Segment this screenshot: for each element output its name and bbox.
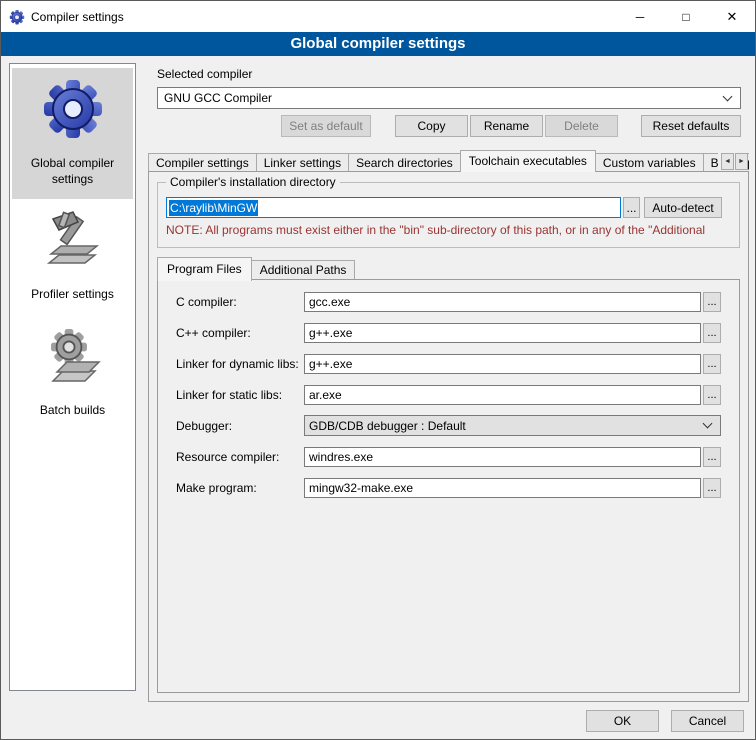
debugger-row: Debugger: GDB/CDB debugger : Default bbox=[176, 415, 739, 436]
sidebar-item-label: Global compiler settings bbox=[14, 156, 131, 187]
gear-gray-icon bbox=[41, 323, 105, 387]
page-title: Global compiler settings bbox=[1, 32, 755, 56]
cpp-compiler-row: C++ compiler: g++.exe ... bbox=[176, 322, 739, 343]
copy-button[interactable]: Copy bbox=[395, 115, 468, 137]
program-tabs: Program Files Additional Paths bbox=[157, 256, 354, 280]
sidebar-item-label: Batch builds bbox=[40, 403, 105, 419]
resource-compiler-label: Resource compiler: bbox=[176, 450, 304, 464]
bin-subdirectory-note: NOTE: All programs must exist either in … bbox=[166, 223, 736, 237]
profiler-tool-icon bbox=[41, 207, 105, 271]
compiler-settings-dialog: Compiler settings ─ □ ✕ Global compiler … bbox=[0, 0, 756, 740]
delete-button[interactable]: Delete bbox=[545, 115, 618, 137]
settings-category-list: Global compiler settings Profiler settin… bbox=[9, 63, 136, 691]
debugger-label: Debugger: bbox=[176, 419, 304, 433]
tab-toolchain-executables[interactable]: Toolchain executables bbox=[460, 150, 596, 172]
debugger-select[interactable]: GDB/CDB debugger : Default bbox=[304, 415, 721, 436]
make-program-value: mingw32-make.exe bbox=[309, 481, 413, 495]
tab-search-directories[interactable]: Search directories bbox=[348, 153, 461, 172]
program-files-panel: C compiler: gcc.exe ... C++ compiler: g+… bbox=[157, 279, 740, 693]
compiler-select[interactable]: GNU GCC Compiler bbox=[157, 87, 741, 109]
resource-compiler-value: windres.exe bbox=[309, 450, 373, 464]
cpp-compiler-input[interactable]: g++.exe bbox=[304, 323, 701, 343]
ok-button[interactable]: OK bbox=[586, 710, 659, 732]
dynamic-linker-input[interactable]: g++.exe bbox=[304, 354, 701, 374]
app-icon bbox=[9, 9, 25, 25]
chevron-down-icon bbox=[723, 91, 733, 101]
reset-defaults-button[interactable]: Reset defaults bbox=[641, 115, 741, 137]
window-controls: ─ □ ✕ bbox=[617, 1, 755, 32]
compiler-select-value: GNU GCC Compiler bbox=[164, 91, 272, 105]
static-linker-value: ar.exe bbox=[309, 388, 342, 402]
cpp-compiler-label: C++ compiler: bbox=[176, 326, 304, 340]
resource-compiler-input[interactable]: windres.exe bbox=[304, 447, 701, 467]
cancel-button[interactable]: Cancel bbox=[671, 710, 744, 732]
cpp-compiler-value: g++.exe bbox=[309, 326, 352, 340]
sidebar-item-label: Profiler settings bbox=[31, 287, 114, 303]
sidebar-item-global-compiler-settings[interactable]: Global compiler settings bbox=[12, 68, 133, 199]
cpp-compiler-browse-button[interactable]: ... bbox=[703, 323, 721, 343]
rename-button[interactable]: Rename bbox=[470, 115, 543, 137]
dynamic-linker-value: g++.exe bbox=[309, 357, 352, 371]
tab-scroll-right-icon[interactable]: ► bbox=[735, 153, 748, 170]
c-compiler-value: gcc.exe bbox=[309, 295, 350, 309]
static-linker-input[interactable]: ar.exe bbox=[304, 385, 701, 405]
make-program-browse-button[interactable]: ... bbox=[703, 478, 721, 498]
c-compiler-label: C compiler: bbox=[176, 295, 304, 309]
tab-linker-settings[interactable]: Linker settings bbox=[256, 153, 349, 172]
maximize-icon[interactable]: □ bbox=[663, 1, 709, 32]
dynamic-linker-browse-button[interactable]: ... bbox=[703, 354, 721, 374]
minimize-icon[interactable]: ─ bbox=[617, 1, 663, 32]
tab-additional-paths[interactable]: Additional Paths bbox=[251, 260, 356, 280]
debugger-value: GDB/CDB debugger : Default bbox=[309, 419, 466, 433]
gear-blue-icon bbox=[41, 76, 105, 140]
dynamic-linker-row: Linker for dynamic libs: g++.exe ... bbox=[176, 353, 739, 374]
tab-program-files[interactable]: Program Files bbox=[157, 257, 252, 281]
static-linker-row: Linker for static libs: ar.exe ... bbox=[176, 384, 739, 405]
installation-directory-label: Compiler's installation directory bbox=[166, 175, 340, 189]
sidebar-item-profiler-settings[interactable]: Profiler settings bbox=[12, 199, 133, 315]
tab-compiler-settings[interactable]: Compiler settings bbox=[148, 153, 257, 172]
tab-custom-variables[interactable]: Custom variables bbox=[595, 153, 704, 172]
make-program-input[interactable]: mingw32-make.exe bbox=[304, 478, 701, 498]
resource-compiler-browse-button[interactable]: ... bbox=[703, 447, 721, 467]
close-icon[interactable]: ✕ bbox=[709, 1, 755, 32]
resource-compiler-row: Resource compiler: windres.exe ... bbox=[176, 446, 739, 467]
make-program-label: Make program: bbox=[176, 481, 304, 495]
installation-directory-value: C:\raylib\MinGW bbox=[169, 200, 258, 216]
c-compiler-input[interactable]: gcc.exe bbox=[304, 292, 701, 312]
c-compiler-browse-button[interactable]: ... bbox=[703, 292, 721, 312]
installation-directory-group: Compiler's installation directory C:\ray… bbox=[157, 182, 740, 248]
make-program-row: Make program: mingw32-make.exe ... bbox=[176, 477, 739, 498]
compiler-actions: Set as default Copy Rename Delete Reset … bbox=[157, 115, 741, 137]
static-linker-browse-button[interactable]: ... bbox=[703, 385, 721, 405]
set-as-default-button[interactable]: Set as default bbox=[281, 115, 371, 137]
titlebar: Compiler settings ─ □ ✕ bbox=[1, 1, 755, 32]
installation-directory-input[interactable]: C:\raylib\MinGW bbox=[166, 197, 621, 218]
window-title: Compiler settings bbox=[31, 10, 124, 24]
toolchain-executables-panel: Compiler's installation directory C:\ray… bbox=[148, 171, 749, 702]
static-linker-label: Linker for static libs: bbox=[176, 388, 304, 402]
tab-scroll-buttons: ◄ ► bbox=[718, 153, 748, 170]
main-tabstrip: Compiler settings Linker settings Search… bbox=[148, 150, 749, 172]
installation-directory-browse-button[interactable]: ... bbox=[623, 197, 640, 218]
auto-detect-button[interactable]: Auto-detect bbox=[644, 197, 722, 218]
tab-scroll-left-icon[interactable]: ◄ bbox=[721, 153, 734, 170]
c-compiler-row: C compiler: gcc.exe ... bbox=[176, 291, 739, 312]
sidebar-item-batch-builds[interactable]: Batch builds bbox=[12, 315, 133, 431]
chevron-down-icon bbox=[703, 419, 713, 429]
dynamic-linker-label: Linker for dynamic libs: bbox=[176, 357, 304, 371]
selected-compiler-label: Selected compiler bbox=[157, 67, 252, 81]
